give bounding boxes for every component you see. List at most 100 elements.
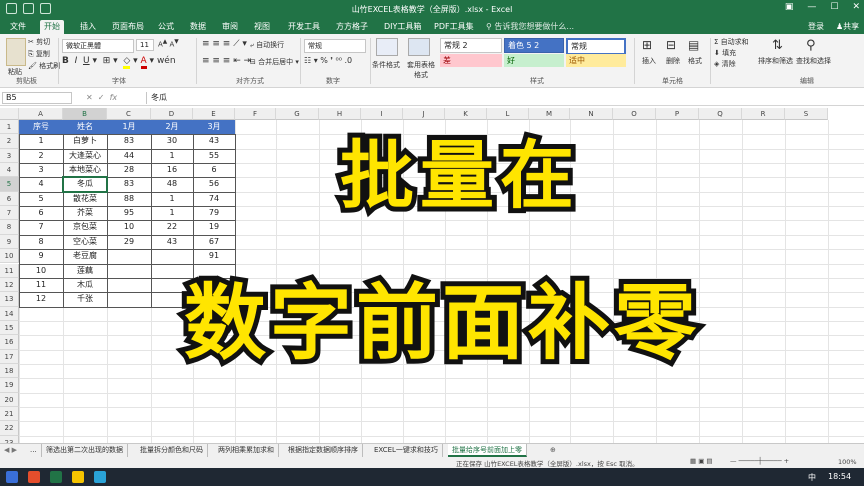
sheet-tab-more[interactable]: ... bbox=[26, 444, 42, 457]
table-header-cell[interactable]: 3月 bbox=[193, 120, 235, 135]
name-box[interactable]: B5 bbox=[2, 92, 72, 104]
table-cell[interactable]: 7 bbox=[19, 220, 63, 234]
align-top-icons[interactable]: ≡ ≡ ≡ ⟋ ▾ bbox=[202, 39, 247, 49]
table-cell[interactable]: 3 bbox=[19, 163, 63, 177]
table-cell[interactable]: 83 bbox=[107, 134, 151, 148]
table-cell[interactable]: 74 bbox=[193, 192, 235, 206]
row-header-16[interactable]: 16 bbox=[0, 335, 19, 350]
column-header-D[interactable]: D bbox=[151, 108, 193, 120]
maximize-button[interactable]: ☐ bbox=[830, 2, 838, 12]
table-cell[interactable]: 12 bbox=[19, 292, 63, 306]
app-icon[interactable] bbox=[94, 471, 106, 483]
table-cell[interactable]: 19 bbox=[193, 220, 235, 234]
style-good[interactable]: 好 bbox=[504, 54, 564, 67]
tab-formulas[interactable]: 公式 bbox=[154, 20, 178, 34]
format-painter-button[interactable]: 🖌 格式刷 bbox=[28, 61, 60, 71]
table-cell[interactable]: 22 bbox=[151, 220, 193, 234]
table-cell[interactable]: 9 bbox=[19, 249, 63, 263]
insert-cells-button[interactable]: 插入 bbox=[642, 56, 656, 66]
row-header-17[interactable]: 17 bbox=[0, 349, 19, 364]
table-cell[interactable]: 千张 bbox=[63, 292, 107, 306]
sheet-tab[interactable]: 根据指定数据顺序排序 bbox=[284, 444, 363, 457]
row-header-11[interactable]: 11 bbox=[0, 263, 19, 278]
tab-home[interactable]: 开始 bbox=[40, 20, 64, 34]
row-header-4[interactable]: 4 bbox=[0, 163, 19, 178]
merge-center-button[interactable]: ⊟ 合并后居中 ▾ bbox=[250, 57, 299, 67]
format-cells-button[interactable]: 格式 bbox=[688, 56, 702, 66]
table-cell[interactable]: 大逢菜心 bbox=[63, 149, 107, 163]
row-header-9[interactable]: 9 bbox=[0, 234, 19, 250]
row-header-23[interactable]: 23 bbox=[0, 435, 19, 443]
table-cell[interactable]: 5 bbox=[19, 192, 63, 206]
align-icons[interactable]: ≡ ≡ ≡ ⇤ ⇥ bbox=[202, 56, 251, 66]
login-link[interactable]: 登录 bbox=[804, 20, 828, 34]
table-cell[interactable]: 木瓜 bbox=[63, 278, 107, 292]
table-cell[interactable]: 55 bbox=[193, 149, 235, 163]
sheet-nav-icon[interactable]: ◀ ▶ bbox=[0, 444, 21, 457]
select-all-corner[interactable] bbox=[0, 108, 19, 120]
conditional-format-icon[interactable] bbox=[376, 38, 398, 56]
table-cell[interactable]: 43 bbox=[151, 235, 193, 249]
table-cell[interactable]: 老豆腐 bbox=[63, 249, 107, 263]
row-header-2[interactable]: 2 bbox=[0, 134, 19, 149]
column-header-F[interactable]: F bbox=[235, 108, 276, 120]
autosum-button[interactable]: Σ 自动求和 bbox=[714, 37, 749, 47]
formula-buttons[interactable]: ✕ ✓ fx bbox=[86, 93, 117, 102]
row-header-19[interactable]: 19 bbox=[0, 378, 19, 393]
browser-icon[interactable] bbox=[28, 471, 40, 483]
excel-icon[interactable] bbox=[50, 471, 62, 483]
table-cell[interactable]: 1 bbox=[151, 192, 193, 206]
row-header-22[interactable]: 22 bbox=[0, 421, 19, 436]
table-cell[interactable]: 43 bbox=[193, 134, 235, 148]
table-cell[interactable]: 11 bbox=[19, 278, 63, 292]
clear-button[interactable]: ◈ 清除 bbox=[714, 59, 736, 69]
row-header-8[interactable]: 8 bbox=[0, 220, 19, 235]
table-cell[interactable]: 6 bbox=[193, 163, 235, 177]
tab-view[interactable]: 视图 bbox=[250, 20, 274, 34]
column-header-R[interactable]: R bbox=[742, 108, 785, 120]
column-header-Q[interactable]: Q bbox=[699, 108, 742, 120]
row-header-13[interactable]: 13 bbox=[0, 292, 19, 307]
table-cell[interactable]: 2 bbox=[19, 149, 63, 163]
sort-filter-icon[interactable]: ⇅ bbox=[772, 38, 783, 53]
tab-data[interactable]: 数据 bbox=[186, 20, 210, 34]
sort-filter-button[interactable]: 排序和筛选 bbox=[758, 56, 793, 66]
table-cell[interactable]: 1 bbox=[151, 149, 193, 163]
conditional-format-button[interactable]: 条件格式 bbox=[372, 60, 400, 70]
tab-file[interactable]: 文件 bbox=[6, 20, 30, 34]
copy-button[interactable]: ⎘ 复制 bbox=[28, 49, 50, 59]
sheet-tab[interactable]: 批量拆分颜色和尺码 bbox=[136, 444, 208, 457]
table-cell[interactable]: 京包菜 bbox=[63, 220, 107, 234]
format-as-table-button[interactable]: 套用表格格式 bbox=[404, 60, 438, 80]
paste-icon[interactable] bbox=[6, 38, 26, 66]
tab-diy-toolbox[interactable]: DIY工具箱 bbox=[380, 20, 425, 34]
style-bad[interactable]: 差 bbox=[440, 54, 502, 67]
tab-developer[interactable]: 开发工具 bbox=[284, 20, 324, 34]
folder-icon[interactable] bbox=[72, 471, 84, 483]
font-style-buttons[interactable]: B I U ▾ ⊞ ▾ ◇ ▾ A ▾ wén bbox=[62, 56, 176, 69]
table-header-cell[interactable]: 序号 bbox=[19, 120, 63, 135]
table-cell[interactable]: 88 bbox=[107, 192, 151, 206]
table-cell[interactable]: 29 bbox=[107, 235, 151, 249]
table-cell[interactable]: 4 bbox=[19, 177, 63, 191]
font-grow-icon[interactable]: A▲ A▼ bbox=[158, 39, 179, 48]
row-header-20[interactable]: 20 bbox=[0, 392, 19, 407]
column-header-E[interactable]: E bbox=[193, 108, 235, 120]
row-header-1[interactable]: 1 bbox=[0, 120, 19, 135]
table-cell[interactable]: 白萝卜 bbox=[63, 134, 107, 148]
zoom-level[interactable]: 100% bbox=[838, 458, 857, 466]
ime-indicator[interactable]: 中 bbox=[808, 472, 816, 483]
tab-insert[interactable]: 插入 bbox=[76, 20, 100, 34]
tab-pdf-tools[interactable]: PDF工具集 bbox=[430, 20, 478, 34]
tab-review[interactable]: 审阅 bbox=[218, 20, 242, 34]
row-header-3[interactable]: 3 bbox=[0, 148, 19, 164]
sheet-tab[interactable]: 两列相乘累加求和 bbox=[214, 444, 279, 457]
row-header-5[interactable]: 5 bbox=[0, 177, 19, 192]
table-cell[interactable]: 79 bbox=[193, 206, 235, 220]
column-header-P[interactable]: P bbox=[656, 108, 699, 120]
formula-input[interactable]: 冬瓜 bbox=[146, 92, 858, 104]
row-header-10[interactable]: 10 bbox=[0, 249, 19, 264]
table-cell[interactable]: 散花菜 bbox=[63, 192, 107, 206]
table-cell[interactable]: 16 bbox=[151, 163, 193, 177]
tab-page-layout[interactable]: 页面布局 bbox=[108, 20, 148, 34]
